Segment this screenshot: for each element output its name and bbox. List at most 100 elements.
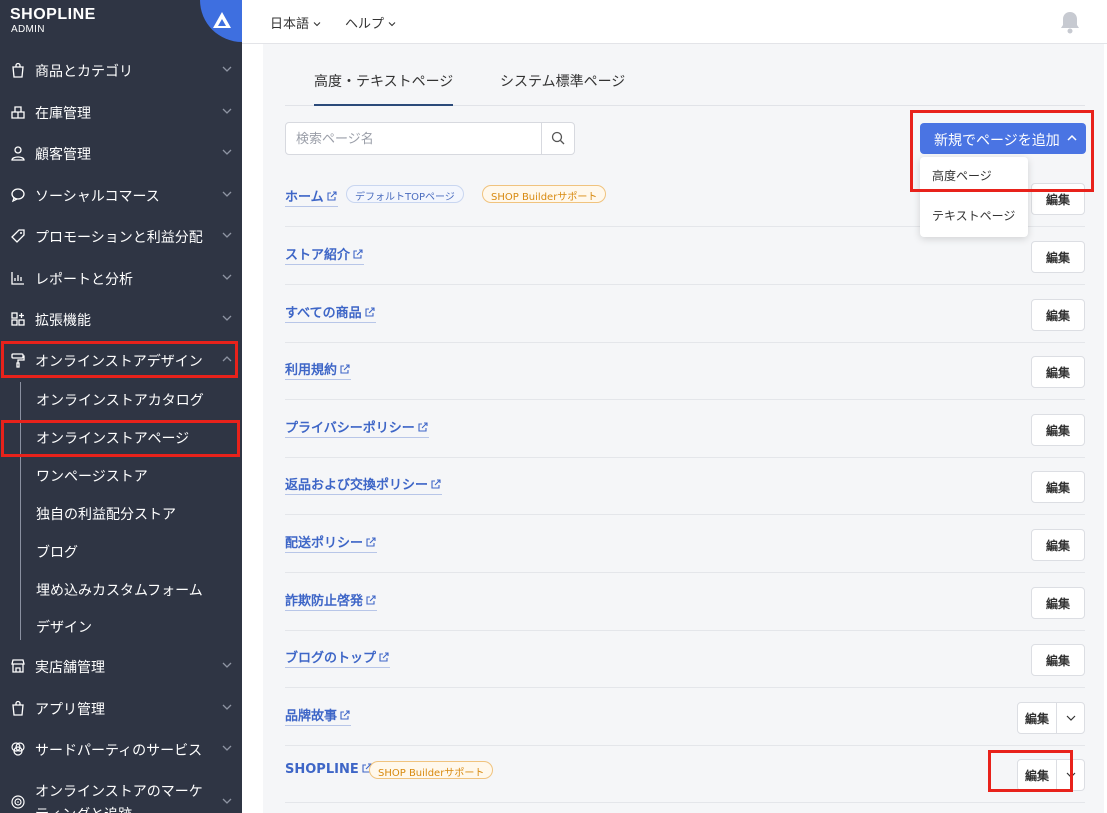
sidebar-item-inventory[interactable]: 在庫管理 <box>0 92 242 133</box>
page-link[interactable]: SHOPLINE <box>285 762 373 778</box>
sidebar-item-label: レポートと分析 <box>35 272 133 288</box>
builder-support-badge: SHOP Builderサポート <box>482 185 607 203</box>
table-row: プライバシーポリシー 編集 <box>285 400 1085 458</box>
sidebar-item-label: アプリ管理 <box>35 702 105 718</box>
language-menu[interactable]: 日本語 <box>270 13 321 32</box>
edit-button[interactable]: 編集 <box>1031 587 1085 619</box>
help-label: ヘルプ <box>345 17 385 32</box>
sidebar-subitem-label: オンラインストアページ <box>36 431 190 447</box>
external-link-icon <box>340 364 350 374</box>
sidebar-item-label: サードパーティのサービス <box>35 743 203 759</box>
bell-icon[interactable] <box>1059 10 1081 34</box>
network-icon <box>11 742 25 756</box>
edit-split-button[interactable]: 編集 <box>1017 702 1085 734</box>
language-label: 日本語 <box>270 17 310 32</box>
sidebar-item-retail-store[interactable]: 実店舗管理 <box>0 646 242 687</box>
chevron-down-icon <box>222 315 232 321</box>
table-row: SHOPLINE SHOP Builderサポート 編集 <box>285 745 1085 803</box>
page-link[interactable]: 品牌故事 <box>285 705 352 726</box>
page-link[interactable]: ホーム <box>285 186 338 207</box>
sidebar-item-third-party[interactable]: サードパーティのサービス <box>0 729 242 770</box>
sidebar-subitem-custom-form[interactable]: 埋め込みカスタムフォーム <box>0 570 242 608</box>
edit-button[interactable]: 編集 <box>1031 299 1085 331</box>
edit-button[interactable]: 編集 <box>1031 356 1085 388</box>
page-name: プライバシーポリシー <box>285 421 415 436</box>
edit-button[interactable]: 編集 <box>1031 414 1085 446</box>
brand-logo: SHOPLINE <box>10 6 96 23</box>
chevron-down-icon[interactable] <box>1066 771 1076 779</box>
brand-sub: ADMIN <box>11 24 45 35</box>
sidebar-subitem-label: ワンページストア <box>36 469 148 485</box>
sidebar-item-promotions[interactable]: プロモーションと利益分配 <box>0 216 242 257</box>
external-link-icon <box>327 191 337 201</box>
edit-button[interactable]: 編集 <box>1031 183 1085 215</box>
sidebar-item-label: 顧客管理 <box>35 147 91 163</box>
brand[interactable]: SHOPLINE ADMIN <box>0 0 242 44</box>
report-icon <box>11 272 24 285</box>
external-link-icon <box>340 710 350 720</box>
edit-split-button[interactable]: 編集 <box>1017 759 1085 791</box>
page-link[interactable]: プライバシーポリシー <box>285 417 429 438</box>
external-link-icon <box>366 595 376 605</box>
sidebar-subitem-design[interactable]: デザイン <box>0 607 242 645</box>
sidebar-item-label: オンラインストアのマーケ <box>35 784 203 800</box>
page-link[interactable]: 利用規約 <box>285 359 352 380</box>
edit-button[interactable]: 編集 <box>1031 529 1085 561</box>
sidebar-subitem-store-pages[interactable]: オンラインストアページ <box>0 418 242 456</box>
search-button[interactable] <box>541 123 574 154</box>
search-input[interactable] <box>296 130 536 148</box>
sidebar-item-social[interactable]: ソーシャルコマース <box>0 175 242 216</box>
chevron-down-icon <box>222 745 232 751</box>
sidebar-item-products[interactable]: 商品とカテゴリ <box>0 50 242 91</box>
chevron-up-icon <box>1067 134 1077 141</box>
app-badge[interactable] <box>200 0 242 42</box>
edit-label: 編集 <box>1046 481 1071 495</box>
table-row: 返品および交換ポリシー 編集 <box>285 457 1085 515</box>
page-name: すべての商品 <box>285 306 362 321</box>
edit-button[interactable]: 編集 <box>1031 241 1085 273</box>
sidebar-item-reports[interactable]: レポートと分析 <box>0 258 242 299</box>
page-name: ブログのトップ <box>285 651 377 666</box>
sidebar-subitem-one-page-store[interactable]: ワンページストア <box>0 456 242 494</box>
tag-icon <box>11 229 25 243</box>
chevron-down-icon <box>222 232 232 238</box>
sidebar-item-apps[interactable]: アプリ管理 <box>0 688 242 729</box>
sidebar-subitem-label: デザイン <box>36 620 92 636</box>
sidebar-subitem-affiliate-store[interactable]: 独自の利益配分ストア <box>0 494 242 532</box>
tab-system-pages[interactable]: システム標準ページ <box>500 71 625 91</box>
chevron-down-icon <box>222 798 232 804</box>
add-page-label: 新規でページを追加 <box>934 133 1060 149</box>
sidebar-item-customers[interactable]: 顧客管理 <box>0 133 242 174</box>
store-icon <box>11 659 25 673</box>
page-link[interactable]: すべての商品 <box>285 302 376 323</box>
sidebar-item-extensions[interactable]: 拡張機能 <box>0 299 242 340</box>
sidebar-subitem-blog[interactable]: ブログ <box>0 532 242 570</box>
sidebar-subitem-label: オンラインストアカタログ <box>36 393 204 409</box>
chevron-down-icon <box>313 22 321 27</box>
chevron-down-icon <box>222 191 232 197</box>
page-link[interactable]: ブログのトップ <box>285 647 391 668</box>
edit-label: 編集 <box>1046 654 1071 668</box>
help-menu[interactable]: ヘルプ <box>345 13 396 32</box>
tab-advanced-text-pages[interactable]: 高度・テキストページ <box>314 71 454 106</box>
page-link[interactable]: 配送ポリシー <box>285 532 378 553</box>
option-text-page[interactable]: テキストページ <box>932 207 1015 224</box>
add-page-button[interactable]: 新規でページを追加 <box>920 123 1086 154</box>
user-icon <box>11 146 25 161</box>
chevron-down-icon <box>388 22 396 27</box>
chevron-down-icon[interactable] <box>1066 714 1076 722</box>
edit-button[interactable]: 編集 <box>1031 644 1085 676</box>
table-row: 詐欺防止啓発 編集 <box>285 573 1085 631</box>
sidebar-item-marketing[interactable]: オンラインストアのマーケ ティングと追跡 <box>0 772 242 813</box>
sidebar-item-label-line2: ティングと追跡 <box>35 804 132 813</box>
page-link[interactable]: ストア紹介 <box>285 244 365 265</box>
sidebar-subitem-catalog[interactable]: オンラインストアカタログ <box>0 380 242 418</box>
option-advanced-page[interactable]: 高度ページ <box>932 167 992 184</box>
page-name: 配送ポリシー <box>285 536 364 551</box>
edit-button[interactable]: 編集 <box>1031 471 1085 503</box>
external-link-icon <box>379 652 389 662</box>
page-link[interactable]: 詐欺防止啓発 <box>285 590 378 611</box>
page-link[interactable]: 返品および交換ポリシー <box>285 474 443 495</box>
sidebar-item-store-design[interactable]: オンラインストアデザイン <box>0 340 242 381</box>
table-row: 品牌故事 編集 <box>285 688 1085 746</box>
